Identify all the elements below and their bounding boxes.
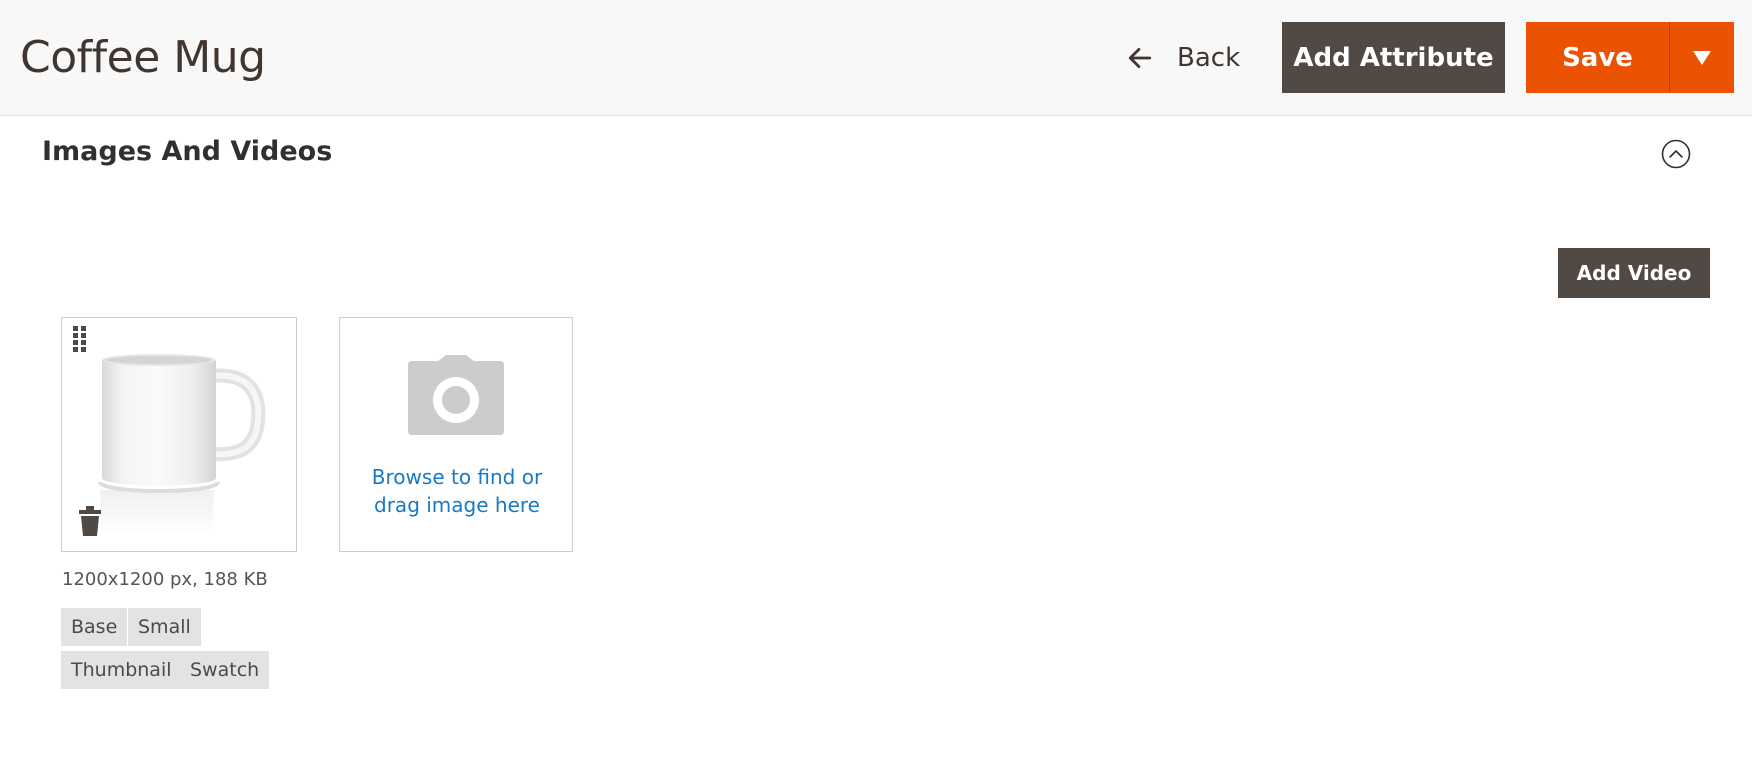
image-role-tag: Base bbox=[61, 608, 128, 646]
drag-handle-icon[interactable] bbox=[73, 326, 87, 354]
product-image bbox=[98, 354, 266, 536]
collapse-chevron-icon bbox=[1661, 139, 1691, 169]
page-header: Coffee Mug Back Add Attribute Save bbox=[0, 0, 1752, 116]
trash-icon[interactable] bbox=[78, 506, 102, 536]
upload-instructions[interactable]: Browse to find or drag image here bbox=[350, 463, 564, 519]
section-title: Images And Videos bbox=[42, 136, 333, 167]
save-button[interactable]: Save bbox=[1526, 22, 1669, 93]
arrow-left-icon bbox=[1128, 47, 1152, 69]
save-options-toggle[interactable] bbox=[1669, 22, 1734, 93]
product-image-card[interactable] bbox=[61, 317, 297, 552]
image-upload-dropzone[interactable]: Browse to find or drag image here bbox=[339, 317, 573, 552]
back-button[interactable]: Back bbox=[1127, 36, 1240, 80]
save-split-button: Save bbox=[1526, 22, 1734, 93]
caret-down-icon bbox=[1693, 50, 1711, 65]
section-collapse-toggle[interactable] bbox=[1661, 139, 1691, 169]
image-role-tag: Swatch bbox=[180, 651, 270, 689]
image-role-tag: Thumbnail bbox=[61, 651, 182, 689]
camera-icon bbox=[408, 355, 504, 435]
back-label: Back bbox=[1177, 43, 1241, 73]
upload-text-line-1: Browse to find or bbox=[371, 465, 543, 489]
upload-text-line-2: drag image here bbox=[374, 493, 540, 517]
add-attribute-button[interactable]: Add Attribute bbox=[1282, 22, 1505, 93]
page-title: Coffee Mug bbox=[20, 32, 266, 83]
image-role-tag: Small bbox=[128, 608, 201, 646]
image-meta: 1200x1200 px, 188 KB bbox=[62, 569, 268, 590]
add-video-button[interactable]: Add Video bbox=[1558, 248, 1710, 298]
